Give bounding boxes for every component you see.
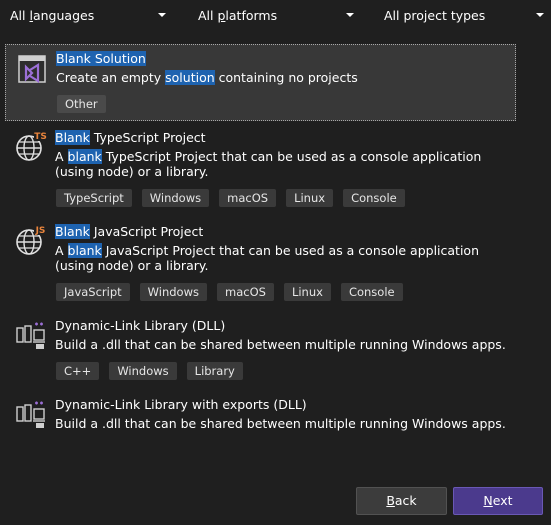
tag-console: Console	[340, 283, 403, 301]
project-type-filter-label: All project types	[384, 7, 486, 23]
template-item-blank-javascript-project[interactable]: JS Blank JavaScript Project A blank Java…	[5, 222, 516, 308]
js-badge: JS	[35, 226, 46, 236]
tag-typescript: TypeScript	[56, 189, 132, 207]
template-item-blank-typescript-project[interactable]: TS Blank TypeScript Project A blank Type…	[5, 128, 516, 214]
javascript-globe-icon: JS	[16, 224, 47, 255]
ts-badge: TS	[34, 132, 47, 142]
visual-studio-solution-icon	[18, 55, 46, 83]
language-filter-dropdown[interactable]: All languages	[10, 0, 170, 30]
tag-windows: Windows	[139, 283, 207, 301]
template-title: Blank TypeScript Project	[55, 130, 206, 145]
template-tags: JavaScript Windows macOS Linux Console	[56, 283, 403, 301]
platform-filter-label: All platforms	[198, 7, 278, 23]
back-button[interactable]: Back	[356, 487, 447, 515]
tag-other: Other	[57, 95, 106, 113]
template-description: A blank JavaScript Project that can be u…	[55, 243, 479, 273]
template-item-dll-with-exports[interactable]: Dynamic-Link Library with exports (DLL) …	[5, 395, 516, 455]
tag-library: Library	[186, 362, 243, 380]
template-item-dll[interactable]: Dynamic-Link Library (DLL) Build a .dll …	[5, 316, 516, 386]
tag-windows: Windows	[141, 189, 210, 207]
new-project-dialog: All languages All platforms All project …	[0, 0, 551, 525]
template-tags: Other	[57, 95, 106, 113]
tag-javascript: JavaScript	[56, 283, 130, 301]
dll-library-icon	[16, 322, 45, 349]
next-button[interactable]: Next	[453, 487, 543, 515]
template-title: Dynamic-Link Library with exports (DLL)	[55, 397, 307, 412]
tag-console: Console	[343, 189, 405, 207]
template-description: Create an empty solution containing no p…	[56, 70, 358, 85]
tag-macos: macOS	[217, 283, 274, 301]
typescript-globe-icon: TS	[16, 130, 47, 161]
dll-library-exports-icon	[16, 401, 45, 428]
chevron-down-icon	[158, 13, 166, 17]
template-tags: C++ Windows Library	[56, 362, 243, 380]
template-description: Build a .dll that can be shared between …	[55, 416, 506, 431]
template-description: Build a .dll that can be shared between …	[55, 337, 506, 352]
platform-filter-dropdown[interactable]: All platforms	[198, 0, 354, 30]
language-filter-label: All languages	[10, 7, 95, 23]
template-title: Blank Solution	[56, 51, 146, 66]
chevron-down-icon	[346, 13, 354, 17]
tag-cpp: C++	[56, 362, 100, 380]
tag-windows: Windows	[109, 362, 177, 380]
template-title: Dynamic-Link Library (DLL)	[55, 318, 226, 333]
chevron-down-icon	[536, 13, 544, 17]
template-item-blank-solution[interactable]: Blank Solution Create an empty solution …	[5, 44, 516, 121]
project-type-filter-dropdown[interactable]: All project types	[384, 0, 544, 30]
template-filters: All languages All platforms All project …	[0, 0, 551, 30]
tag-linux: Linux	[286, 189, 334, 207]
template-description: A blank TypeScript Project that can be u…	[55, 149, 482, 179]
template-list: Blank Solution Create an empty solution …	[5, 44, 516, 462]
template-title: Blank JavaScript Project	[55, 224, 204, 239]
tag-linux: Linux	[283, 283, 331, 301]
tag-macos: macOS	[219, 189, 277, 207]
template-tags: TypeScript Windows macOS Linux Console	[56, 189, 405, 207]
